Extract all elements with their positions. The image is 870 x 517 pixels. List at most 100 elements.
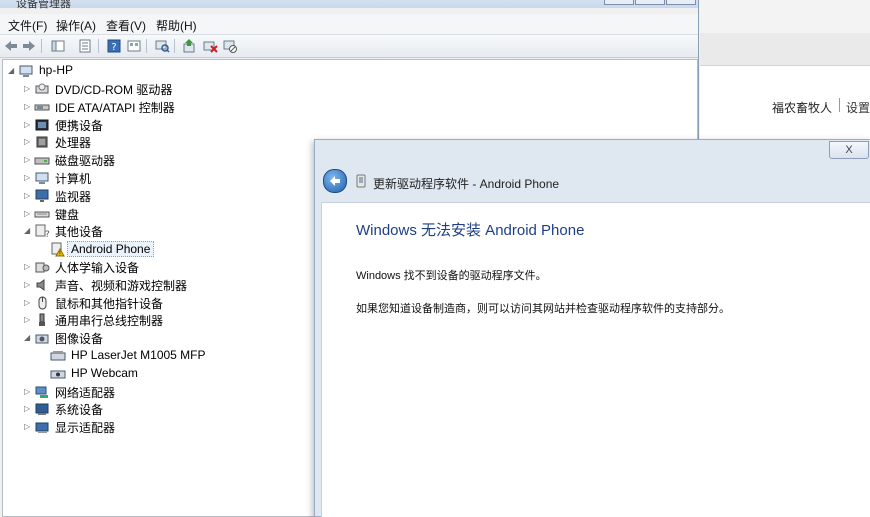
tree-item-label: 便携设备: [55, 118, 104, 133]
tree-item-label: 监视器: [55, 189, 92, 204]
expand-arrow-icon[interactable]: ▷: [24, 191, 32, 200]
properties-icon[interactable]: [77, 38, 93, 54]
background-user-name[interactable]: 福农畜牧人: [772, 99, 832, 116]
close-icon: X: [845, 144, 853, 156]
tree-item-label: 通用串行总线控制器: [55, 314, 164, 329]
window-close-button[interactable]: [666, 0, 696, 5]
collapse-arrow-icon[interactable]: ◢: [24, 333, 32, 342]
update-driver-dialog: X 更新驱动程序软件 - Android Phone Windows 无法安装 …: [314, 139, 870, 517]
dialog-message-2: 如果您知道设备制造商，则可以访问其网站并检查驱动程序软件的支持部分。: [356, 303, 730, 315]
expand-arrow-icon[interactable]: ▷: [24, 298, 32, 307]
window-title: 设备管理器: [16, 0, 71, 10]
tree-item-label: HP Webcam: [71, 365, 138, 380]
tree-category-item[interactable]: ▷ 便携设备: [24, 116, 284, 134]
dialog-content: Windows 无法安装 Android Phone Windows 找不到设备…: [321, 202, 870, 517]
computer-icon: [35, 172, 49, 184]
expand-arrow-icon[interactable]: ▷: [24, 315, 32, 324]
maximize-button[interactable]: [635, 0, 665, 5]
expand-arrow-icon[interactable]: ▷: [24, 404, 32, 413]
tree-category-item[interactable]: ▷ 显示适配器: [24, 418, 284, 436]
expand-arrow-icon[interactable]: ▷: [24, 422, 32, 431]
forward-arrow-icon[interactable]: [21, 38, 37, 54]
menu-bar: 文件(F) 操作(A) 查看(V) 帮助(H): [0, 14, 698, 35]
device-icon: [356, 174, 366, 188]
tree-item-label: 鼠标和其他指针设备: [55, 296, 164, 311]
tree-child-item[interactable]: ! Android Phone: [40, 240, 300, 258]
tree-category-item[interactable]: ▷ 声音、视频和游戏控制器: [24, 276, 284, 294]
tree-category-item[interactable]: ▷ 键盘: [24, 205, 284, 223]
view-icon[interactable]: [126, 38, 142, 54]
minimize-button[interactable]: [604, 0, 634, 5]
tree-item-label: 声音、视频和游戏控制器: [55, 278, 188, 293]
imaging-device-icon: [35, 334, 49, 344]
tree-category-item[interactable]: ▷ 监视器: [24, 187, 284, 205]
toolbar-separator: [98, 39, 99, 53]
tree-item-label: 系统设备: [55, 403, 104, 418]
tree-root[interactable]: ◢ hp-HP: [8, 62, 208, 80]
other-devices-icon: ?: [35, 224, 50, 239]
usb-icon: [39, 313, 45, 327]
collapse-arrow-icon[interactable]: ◢: [8, 66, 16, 75]
expand-arrow-icon[interactable]: ▷: [24, 120, 32, 129]
expand-arrow-icon[interactable]: ▷: [24, 262, 32, 271]
mouse-icon: [38, 296, 47, 310]
tree-category-item[interactable]: ▷ 人体学输入设备: [24, 258, 284, 276]
toolbar-separator: [146, 39, 147, 53]
expand-arrow-icon[interactable]: ▷: [24, 155, 32, 164]
update-driver-icon[interactable]: [181, 38, 197, 54]
tree-category-item[interactable]: ▷ DVD/CD-ROM 驱动器: [24, 80, 284, 98]
disable-icon[interactable]: [222, 38, 238, 54]
tree-child-item[interactable]: HP Webcam: [40, 365, 300, 383]
expand-arrow-icon[interactable]: ▷: [24, 173, 32, 182]
tree-item-label: 键盘: [55, 207, 80, 222]
back-arrow-icon[interactable]: [3, 38, 19, 54]
keyboard-icon: [34, 211, 50, 218]
disk-drive-icon: [34, 157, 50, 165]
monitor-icon: [35, 189, 49, 202]
processor-icon: [36, 136, 48, 148]
tree-category-item[interactable]: ▷ 处理器: [24, 133, 284, 151]
background-settings-link[interactable]: 设置: [846, 99, 870, 116]
tree-item-label: IDE ATA/ATAPI 控制器: [55, 100, 175, 115]
background-separator: [839, 98, 840, 112]
collapse-arrow-icon[interactable]: ◢: [24, 226, 32, 235]
tree-item-label: Android Phone: [67, 241, 155, 258]
menu-view[interactable]: 查看(V): [106, 17, 146, 34]
tree-category-item[interactable]: ◢? 其他设备: [24, 222, 284, 240]
menu-file[interactable]: 文件(F): [8, 17, 47, 34]
expand-arrow-icon[interactable]: ▷: [24, 280, 32, 289]
expand-arrow-icon[interactable]: ▷: [24, 84, 32, 93]
tree-category-item[interactable]: ▷ 鼠标和其他指针设备: [24, 294, 284, 312]
tree-child-item[interactable]: HP LaserJet M1005 MFP: [40, 347, 300, 365]
tree-category-item[interactable]: ▷ IDE ATA/ATAPI 控制器: [24, 98, 284, 116]
tree-category-item[interactable]: ◢ 图像设备: [24, 329, 284, 347]
tree-category-item[interactable]: ▷ 网络适配器: [24, 383, 284, 401]
tree-category-item[interactable]: ▷ 系统设备: [24, 400, 284, 418]
tree-category-item[interactable]: ▷ 计算机: [24, 169, 284, 187]
tree-item-label: 计算机: [55, 172, 92, 186]
device-manager-titlebar: 设备管理器: [0, 0, 698, 10]
expand-arrow-icon[interactable]: ▷: [24, 209, 32, 218]
expand-arrow-icon[interactable]: ▷: [24, 387, 32, 396]
uninstall-icon[interactable]: [202, 38, 218, 54]
tree-category-item[interactable]: ▷ 通用串行总线控制器: [24, 311, 284, 329]
computer-icon: [19, 65, 33, 77]
expand-arrow-icon[interactable]: ▷: [24, 102, 32, 111]
tree-category-item[interactable]: ▷ 磁盘驱动器: [24, 151, 284, 169]
tree-item-label: 网络适配器: [55, 385, 116, 400]
tree-root-label: hp-HP: [39, 63, 74, 77]
console-tree-icon[interactable]: [50, 38, 66, 54]
back-button[interactable]: [323, 169, 347, 193]
network-adapter-icon: [35, 386, 48, 398]
unknown-device-warning-icon: !: [51, 242, 65, 257]
portable-device-icon: [35, 119, 49, 131]
expand-arrow-icon[interactable]: ▷: [24, 137, 32, 146]
scan-hardware-icon[interactable]: [154, 38, 170, 54]
toolbar-separator: [174, 39, 175, 53]
help-icon[interactable]: ?: [106, 38, 122, 54]
menu-action[interactable]: 操作(A): [56, 17, 96, 34]
display-adapter-icon: [35, 422, 49, 434]
menu-help[interactable]: 帮助(H): [156, 17, 197, 34]
dialog-close-button[interactable]: X: [829, 141, 869, 159]
webcam-icon: [50, 370, 66, 379]
